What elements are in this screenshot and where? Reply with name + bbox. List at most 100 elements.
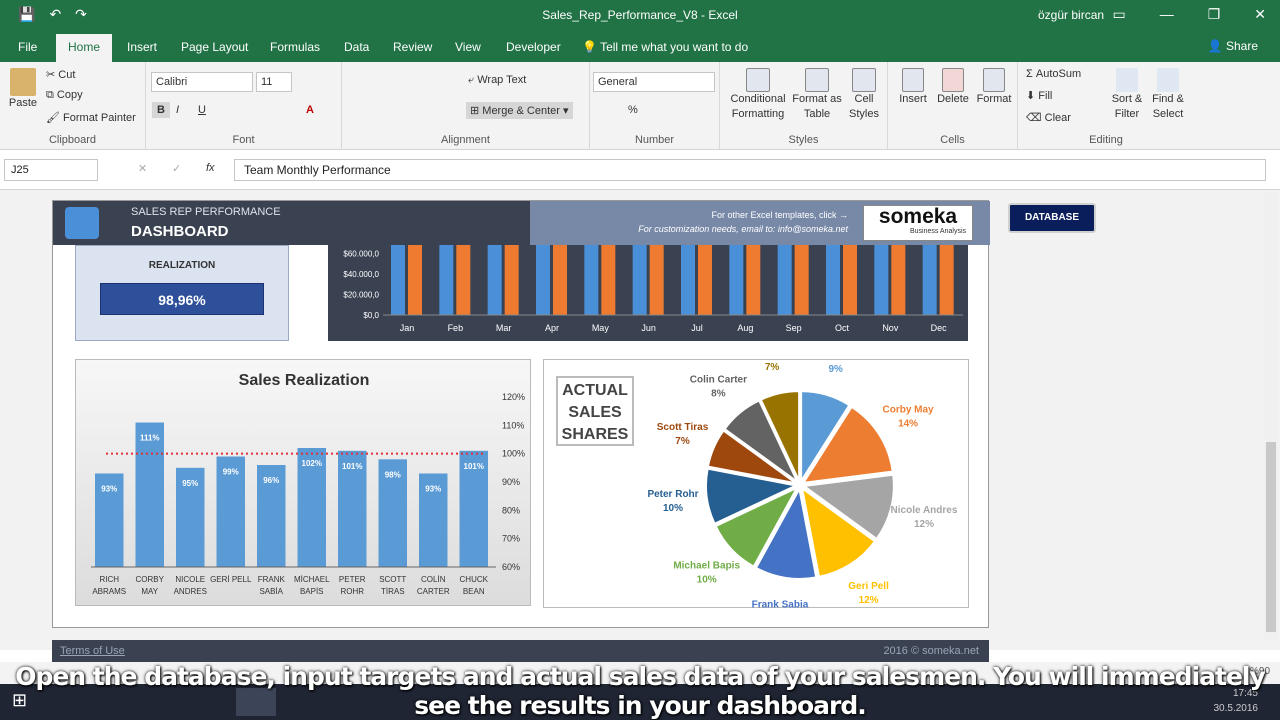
- share-button[interactable]: 👤 Share: [1208, 39, 1258, 53]
- paste-button[interactable]: Paste: [6, 68, 40, 111]
- data-label: 99%: [223, 468, 239, 477]
- underline-button[interactable]: U: [198, 104, 206, 116]
- cut-button[interactable]: ✂ Cut: [46, 68, 75, 81]
- scroll-thumb[interactable]: [1266, 442, 1276, 632]
- tab-page-layout[interactable]: Page Layout: [181, 40, 248, 54]
- worksheet-area[interactable]: SALES REP PERFORMANCE DASHBOARD For othe…: [0, 190, 1280, 662]
- autosum-button[interactable]: Σ AutoSum: [1026, 68, 1081, 80]
- monthly-bar: [843, 233, 857, 315]
- y-tick-label: 110%: [502, 420, 524, 430]
- x-tick-label: ANDRES: [174, 587, 207, 596]
- cells-group: Insert Delete Format Cells: [888, 62, 1018, 150]
- find-select-button[interactable]: Find & Select: [1148, 68, 1188, 122]
- slice-label: Peter Rohr: [647, 489, 698, 500]
- sales-realization-chart: Sales Realization 120% 110% 100% 90% 80% 70% 6…: [75, 359, 531, 606]
- person-icon: 👤: [1207, 39, 1226, 53]
- insert-cells-button[interactable]: Insert: [894, 68, 932, 107]
- realization-label: REALIZATION: [148, 260, 216, 271]
- monthly-bar: [681, 233, 695, 315]
- x-tick-label: PETER: [339, 575, 366, 584]
- minimize-icon[interactable]: —: [1160, 6, 1174, 23]
- x-tick-label: RICH: [99, 575, 119, 584]
- tab-data[interactable]: Data: [344, 40, 369, 54]
- percent-button[interactable]: %: [628, 104, 638, 116]
- group-label: Styles: [788, 134, 819, 146]
- data-label: 96%: [263, 476, 279, 485]
- x-tick-label: COLİN: [421, 575, 446, 584]
- monthly-bar: [601, 233, 616, 315]
- close-icon[interactable]: ✕: [1254, 6, 1266, 23]
- terms-link[interactable]: Terms of Use: [60, 645, 125, 657]
- database-button[interactable]: DATABASE: [1008, 203, 1096, 233]
- italic-button[interactable]: I: [176, 104, 179, 116]
- tab-view[interactable]: View: [455, 40, 481, 54]
- monthly-bar: [891, 233, 906, 315]
- promo-email[interactable]: For customization needs, email to: info@…: [638, 224, 848, 234]
- data-label: 101%: [464, 462, 484, 471]
- monthly-chart-svg: $80.000,0$60.000,0$40.000,0$20.000,0$0,0…: [343, 229, 963, 333]
- scissors-icon: ✂: [46, 69, 59, 81]
- x-tick-label: Aug: [737, 323, 753, 333]
- cancel-icon[interactable]: ✕: [138, 162, 147, 175]
- font-size-select[interactable]: 11: [256, 72, 292, 92]
- tab-home[interactable]: Home: [56, 34, 113, 62]
- number-format-select[interactable]: General: [593, 72, 715, 92]
- name-box[interactable]: J25: [4, 159, 98, 181]
- brush-icon: 🖌: [46, 112, 64, 124]
- format-as-table-button[interactable]: Format as Table: [792, 68, 842, 122]
- user-name[interactable]: özgür bircan: [1038, 8, 1104, 22]
- number-group: General % Number: [590, 62, 720, 150]
- merge-icon: ⊞: [470, 105, 483, 117]
- merge-center-button[interactable]: ⊞ Merge & Center ▾: [466, 102, 573, 119]
- format-cells-button[interactable]: Format: [974, 68, 1014, 107]
- x-tick-label: Feb: [448, 323, 464, 333]
- wrap-text-button[interactable]: ⤶ Wrap Text: [468, 74, 526, 87]
- vertical-scrollbar[interactable]: [1264, 192, 1278, 640]
- slice-percent: 10%: [663, 503, 683, 514]
- clear-button[interactable]: ⌫ Clear: [1026, 111, 1071, 124]
- x-tick-label: GERİ PELL: [210, 575, 252, 584]
- monthly-bar: [729, 233, 744, 315]
- data-label: 101%: [342, 462, 362, 471]
- format-painter-button[interactable]: 🖌 Format Painter: [46, 111, 136, 124]
- tell-me-box[interactable]: 💡 Tell me what you want to do: [582, 40, 748, 54]
- someka-logo[interactable]: someka Business Analysis: [863, 205, 973, 241]
- ribbon-display-icon[interactable]: ▭: [1112, 6, 1125, 23]
- tab-review[interactable]: Review: [393, 40, 432, 54]
- tab-formulas[interactable]: Formulas: [270, 40, 320, 54]
- promo-link[interactable]: For other Excel templates, click →: [711, 210, 848, 220]
- slice-percent: 12%: [914, 519, 934, 530]
- x-tick-label: Mar: [496, 323, 512, 333]
- x-tick-label: Jul: [691, 323, 703, 333]
- x-tick-label: SCOTT: [379, 575, 406, 584]
- x-tick-label: CORBY: [136, 575, 165, 584]
- monthly-bar: [553, 233, 567, 315]
- group-label: Alignment: [441, 134, 490, 146]
- function-icon[interactable]: fx: [206, 162, 215, 174]
- formula-bar: J25 ✕ ✓ fx Team Monthly Performance: [0, 150, 1280, 190]
- magnifier-icon: [1157, 68, 1179, 92]
- delete-cells-button[interactable]: Delete: [934, 68, 972, 107]
- formula-input[interactable]: Team Monthly Performance: [234, 159, 1266, 181]
- x-tick-label: Oct: [835, 323, 850, 333]
- x-tick-label: BAPİS: [300, 587, 324, 596]
- sort-filter-button[interactable]: Sort & Filter: [1108, 68, 1146, 122]
- slice-percent: 7%: [675, 436, 690, 447]
- bold-button[interactable]: B: [152, 102, 170, 118]
- tab-file[interactable]: File: [18, 40, 37, 54]
- font-color-button[interactable]: A: [306, 104, 314, 116]
- insert-icon: [902, 68, 924, 92]
- alignment-group: ⤶ Wrap Text ⊞ Merge & Center ▾ Alignment: [342, 62, 590, 150]
- fill-button[interactable]: ⬇ Fill: [1026, 89, 1052, 102]
- tab-insert[interactable]: Insert: [127, 40, 157, 54]
- enter-icon[interactable]: ✓: [172, 162, 181, 175]
- restore-icon[interactable]: ❐: [1208, 6, 1221, 23]
- copy-button[interactable]: ⧉ Copy: [46, 89, 83, 102]
- slice-label: Michael Bapis: [673, 561, 740, 572]
- dashboard: SALES REP PERFORMANCE DASHBOARD For othe…: [52, 200, 990, 628]
- cell-styles-button[interactable]: Cell Styles: [844, 68, 884, 122]
- conditional-formatting-button[interactable]: Conditional Formatting: [726, 68, 790, 122]
- font-name-select[interactable]: Calibri: [151, 72, 253, 92]
- tab-developer[interactable]: Developer: [506, 40, 561, 54]
- styles-group: Conditional Formatting Format as Table Cel…: [720, 62, 888, 150]
